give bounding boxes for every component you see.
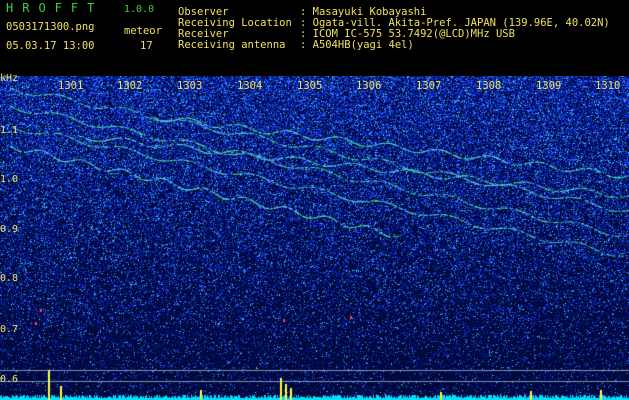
x-tick-1309: 1309: [536, 80, 562, 92]
app-title: HROFFT: [6, 1, 104, 15]
x-tick-1307: 1307: [416, 80, 442, 92]
header-panel: HROFFT 1.0.0 0503171300.png meteor 05.03…: [0, 0, 629, 76]
file-name: 0503171300.png: [6, 21, 95, 33]
y-tick-0.9: 0.9: [0, 224, 19, 235]
app-version: 1.0.0: [124, 4, 155, 15]
antenna-value: : A504HB(yagi 4el): [300, 39, 414, 51]
y-tick-0.6: 0.6: [0, 374, 19, 385]
x-tick-1310: 1310: [595, 80, 621, 92]
meteor-label: meteor: [124, 25, 162, 37]
x-tick-1304: 1304: [237, 80, 263, 92]
x-tick-1308: 1308: [476, 80, 502, 92]
x-tick-1302: 1302: [117, 80, 143, 92]
meteor-count: 17: [140, 40, 153, 52]
spectrogram-canvas: [0, 76, 629, 400]
y-tick-0.7: 0.7: [0, 324, 19, 335]
antenna-label: Receiving antenna: [178, 39, 286, 51]
axis-unit: kHz: [0, 73, 19, 84]
y-tick-0.8: 0.8: [0, 273, 19, 284]
x-tick-1305: 1305: [297, 80, 323, 92]
y-tick-1.1: 1.1: [0, 125, 19, 136]
x-tick-1301: 1301: [58, 80, 84, 92]
x-tick-1306: 1306: [356, 80, 382, 92]
x-tick-1303: 1303: [177, 80, 203, 92]
timestamp: 05.03.17 13:00: [6, 40, 95, 52]
y-tick-1.0: 1.0: [0, 174, 19, 185]
